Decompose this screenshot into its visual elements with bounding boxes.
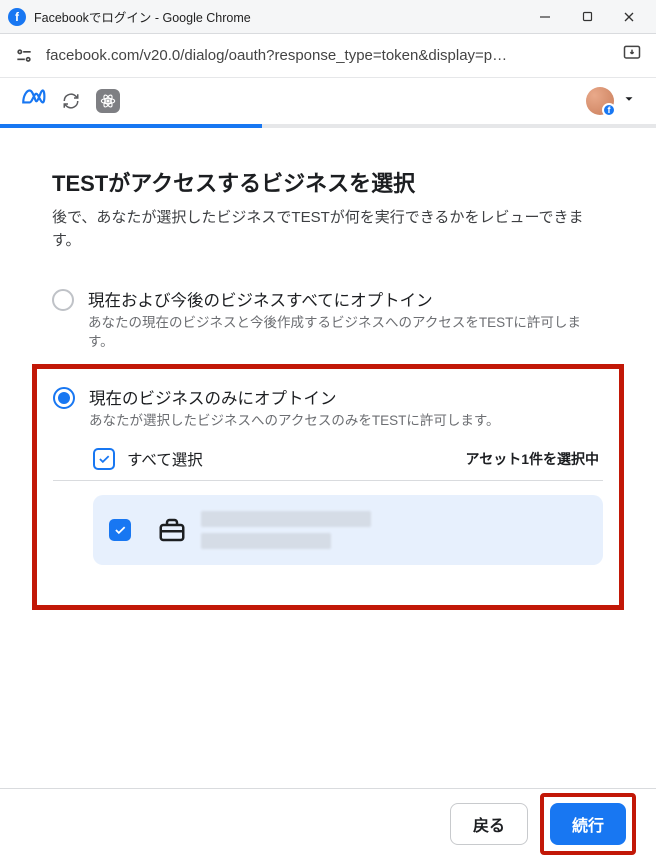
window-close-button[interactable]	[608, 3, 650, 31]
app-header: f	[0, 78, 656, 124]
site-info-button[interactable]	[14, 46, 34, 66]
select-all-label: すべて選択	[127, 448, 203, 470]
radio-selected-icon	[53, 387, 75, 409]
page-subtitle: 後で、あなたが選択したビジネスでTESTが何を実行できるかをレビューできます。	[52, 206, 604, 253]
account-menu[interactable]: f	[586, 87, 636, 115]
facebook-badge-icon: f	[602, 103, 616, 117]
chevron-down-icon	[622, 92, 636, 111]
page-title: TESTがアクセスするビジネスを選択	[52, 166, 604, 198]
highlight-annotation: 現在のビジネスのみにオプトイン あなたが選択したビジネスへのアクセスのみをTES…	[32, 364, 624, 611]
progress-bar	[0, 124, 656, 128]
browser-urlbar: facebook.com/v20.0/dialog/oauth?response…	[0, 34, 656, 78]
footer-actions: 戻る 続行	[0, 788, 656, 858]
app-badge-icon	[96, 89, 120, 113]
option-title: 現在のビジネスのみにオプトイン	[89, 385, 603, 409]
refresh-icon[interactable]	[60, 90, 82, 112]
radio-unselected-icon	[52, 289, 74, 311]
back-button[interactable]: 戻る	[450, 803, 528, 845]
option-desc: あなたの現在のビジネスと今後作成するビジネスへのアクセスをTESTに許可します。	[88, 313, 604, 352]
briefcase-icon	[157, 515, 187, 545]
business-name-redacted	[201, 511, 371, 549]
window-minimize-button[interactable]	[524, 3, 566, 31]
continue-button[interactable]: 続行	[550, 803, 626, 845]
main-content: TESTがアクセスするビジネスを選択 後で、あなたが選択したビジネスでTESTが…	[0, 128, 656, 610]
checkbox-checked-icon	[109, 519, 131, 541]
window-title: Facebookでログイン - Google Chrome	[34, 7, 251, 26]
option-title: 現在および今後のビジネスすべてにオプトイン	[88, 287, 604, 311]
highlight-annotation: 続行	[540, 793, 636, 855]
install-app-icon[interactable]	[622, 43, 642, 68]
avatar: f	[586, 87, 614, 115]
checkbox-checked-icon	[93, 448, 115, 470]
facebook-favicon: f	[8, 8, 26, 26]
select-all-row[interactable]: すべて選択 アセット1件を選択中	[53, 440, 603, 481]
option-desc: あなたが選択したビジネスへのアクセスのみをTESTに許可します。	[89, 411, 603, 431]
window-titlebar: f Facebookでログイン - Google Chrome	[0, 0, 656, 34]
business-asset-item[interactable]	[93, 495, 603, 565]
option-current-businesses[interactable]: 現在のビジネスのみにオプトイン あなたが選択したビジネスへのアクセスのみをTES…	[53, 385, 603, 441]
progress-fill	[0, 124, 262, 128]
meta-logo-icon	[20, 88, 46, 114]
url-text[interactable]: facebook.com/v20.0/dialog/oauth?response…	[46, 47, 610, 64]
option-all-businesses[interactable]: 現在および今後のビジネスすべてにオプトイン あなたの現在のビジネスと今後作成する…	[52, 281, 604, 362]
selected-count-label: アセット1件を選択中	[465, 449, 603, 469]
window-maximize-button[interactable]	[566, 3, 608, 31]
